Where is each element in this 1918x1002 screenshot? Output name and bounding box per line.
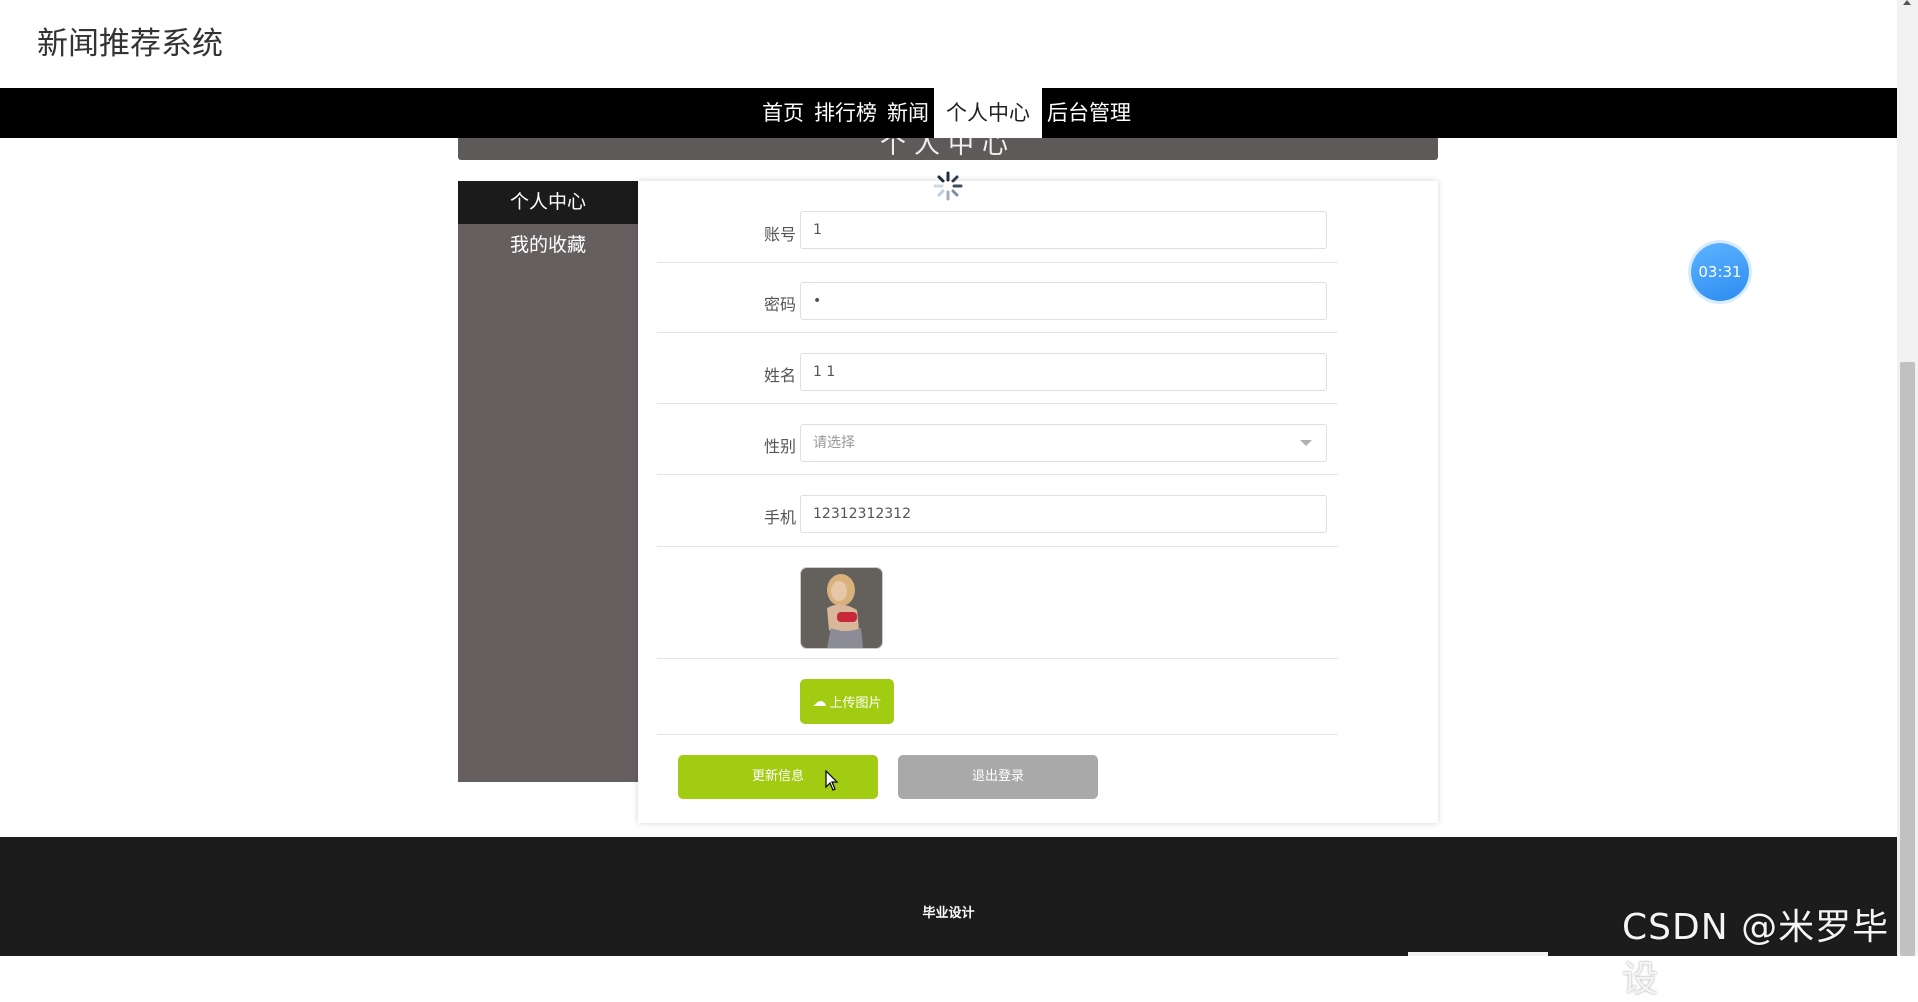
nav-items: 首页 排行榜 新闻 个人中心 后台管理 xyxy=(757,88,1136,138)
footer-bar xyxy=(1408,952,1548,956)
nav-item-personal-center[interactable]: 个人中心 xyxy=(934,88,1042,138)
name-input[interactable]: 1 1 xyxy=(800,353,1327,391)
password-input[interactable]: • xyxy=(800,282,1327,320)
chevron-down-icon xyxy=(1300,440,1312,446)
nav-item-ranking[interactable]: 排行榜 xyxy=(809,88,882,138)
scrollbar-thumb[interactable] xyxy=(1900,362,1915,956)
sidebar: 个人中心 我的收藏 xyxy=(458,181,638,782)
nav-item-home[interactable]: 首页 xyxy=(757,88,809,138)
account-input[interactable]: 1 xyxy=(800,211,1327,249)
avatar-image xyxy=(800,567,883,649)
form-row-avatar xyxy=(657,546,1338,659)
form-row-password: 密码 • xyxy=(657,262,1338,333)
gender-select[interactable]: 请选择 xyxy=(800,424,1327,462)
banner-title: 个人中心 xyxy=(879,138,1016,160)
account-label: 账号 xyxy=(763,225,796,244)
upload-image-label: 上传图片 xyxy=(829,696,882,711)
form-row-upload xyxy=(657,658,1338,735)
page-scrollbar[interactable] xyxy=(1897,0,1918,956)
logout-button[interactable]: 退出登录 xyxy=(898,755,1098,799)
section-banner: 个人中心 xyxy=(458,138,1438,160)
nav-item-news[interactable]: 新闻 xyxy=(882,88,934,138)
sidebar-item-personal-center[interactable]: 个人中心 xyxy=(458,181,638,224)
update-info-button[interactable]: 更新信息 xyxy=(678,755,878,799)
form-row-gender: 性别 请选择 xyxy=(657,403,1338,475)
site-title: 新闻推荐系统 xyxy=(37,26,223,62)
cloud-upload-icon: ☁ xyxy=(812,693,827,710)
form-row-phone: 手机 12312312312 xyxy=(657,474,1338,547)
phone-input[interactable]: 12312312312 xyxy=(800,495,1327,533)
mouse-cursor-icon xyxy=(825,770,839,791)
footer: 毕业设计 xyxy=(0,837,1897,956)
gender-label: 性别 xyxy=(763,437,796,456)
footer-text: 毕业设计 xyxy=(922,906,975,921)
form-row-name: 姓名 1 1 xyxy=(657,332,1338,404)
gender-select-placeholder: 请选择 xyxy=(813,435,855,451)
nav-item-admin[interactable]: 后台管理 xyxy=(1042,88,1136,138)
phone-label: 手机 xyxy=(763,508,796,527)
password-label: 密码 xyxy=(763,295,796,314)
timer-badge[interactable]: 03:31 xyxy=(1691,243,1749,301)
sidebar-item-favorites[interactable]: 我的收藏 xyxy=(458,224,638,267)
upload-image-button[interactable]: ☁ 上传图片 xyxy=(800,679,894,724)
form-row-account: 账号 1 xyxy=(657,210,1338,263)
top-navbar: 首页 排行榜 新闻 个人中心 后台管理 xyxy=(0,88,1897,138)
loading-spinner-icon xyxy=(933,171,963,201)
scroll-up-arrow-icon[interactable] xyxy=(1903,0,1911,5)
name-label: 姓名 xyxy=(763,366,796,385)
watermark: CSDN @米罗毕设 xyxy=(1622,907,1890,1000)
